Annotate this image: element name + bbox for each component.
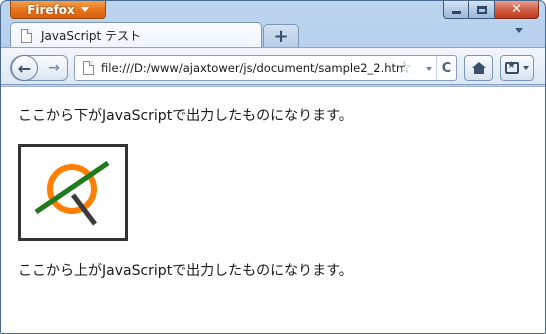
tab-javascript-test[interactable]: JavaScript テスト xyxy=(10,22,262,48)
chevron-down-icon xyxy=(80,7,89,12)
text-before-output: ここから下がJavaScriptで出力したものになります。 xyxy=(18,108,353,124)
drawing-svg xyxy=(34,160,110,226)
maximize-button[interactable] xyxy=(469,1,495,19)
page-content: ここから下がJavaScriptで出力したものになります。 ここから上がJava… xyxy=(1,86,545,333)
window-controls: ✕ xyxy=(443,1,539,19)
forward-arrow-icon: → xyxy=(48,60,60,76)
app-menu-label: Firefox xyxy=(27,2,75,17)
minimize-button[interactable] xyxy=(443,1,469,19)
javascript-output-drawing xyxy=(18,144,128,241)
forward-button[interactable]: → xyxy=(44,59,64,77)
bookmarks-menu-button[interactable] xyxy=(500,55,534,81)
home-icon xyxy=(471,62,486,74)
back-button[interactable]: ← xyxy=(11,55,38,81)
tab-title: JavaScript テスト xyxy=(41,29,141,43)
bookmark-star-icon[interactable]: ☆ xyxy=(397,59,412,77)
list-all-tabs-icon[interactable] xyxy=(515,28,523,33)
address-bar[interactable]: file:///D:/www/ajaxtower/js/document/sam… xyxy=(74,55,457,81)
green-diagonal-line xyxy=(34,160,110,215)
home-button[interactable] xyxy=(464,55,493,81)
navigation-toolbar: ← → file:///D:/www/ajaxtower/js/document… xyxy=(1,47,545,85)
text-after-output: ここから上がJavaScriptで出力したものになります。 xyxy=(18,263,353,279)
tab-strip: JavaScript テスト + xyxy=(1,19,545,48)
close-icon: ✕ xyxy=(511,2,522,17)
minimize-icon xyxy=(451,11,461,14)
maximize-icon xyxy=(476,5,487,14)
chevron-down-icon xyxy=(523,66,529,70)
page-icon xyxy=(21,28,32,43)
plus-icon: + xyxy=(273,25,289,47)
reload-button[interactable]: C xyxy=(436,56,456,80)
firefox-app-menu-button[interactable]: Firefox xyxy=(10,1,106,19)
reload-icon: C xyxy=(441,60,452,76)
bookmarks-icon xyxy=(505,60,519,74)
new-tab-button[interactable]: + xyxy=(263,24,299,47)
url-text[interactable]: file:///D:/www/ajaxtower/js/document/sam… xyxy=(101,61,405,75)
browser-window: Firefox ✕ JavaScript テスト + ← → file:///D… xyxy=(0,0,546,334)
back-forward-group: ← → xyxy=(10,55,68,81)
site-identity-icon xyxy=(83,61,94,75)
close-window-button[interactable]: ✕ xyxy=(495,1,539,19)
back-arrow-icon: ← xyxy=(17,58,32,78)
url-history-dropdown-icon[interactable] xyxy=(426,67,432,71)
